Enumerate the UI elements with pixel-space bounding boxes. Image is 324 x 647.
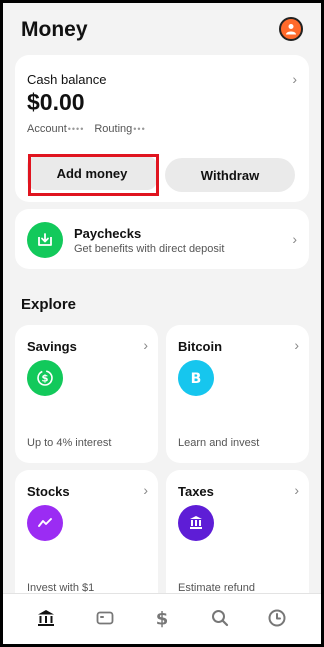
bitcoin-tile[interactable]: Bitcoin › B Learn and invest xyxy=(166,325,309,463)
savings-icon: $ xyxy=(27,360,63,396)
account-info: Account•••• Routing••• xyxy=(27,123,146,135)
bitcoin-icon: B xyxy=(178,360,214,396)
clock-icon xyxy=(268,609,286,627)
stocks-icon xyxy=(27,505,63,541)
explore-heading: Explore xyxy=(21,296,77,313)
savings-title: Savings xyxy=(27,339,77,354)
chevron-right-icon: › xyxy=(143,337,148,353)
paychecks-subtitle: Get benefits with direct deposit xyxy=(74,243,225,255)
dollar-circle-icon: $ xyxy=(37,370,53,386)
svg-text:$: $ xyxy=(42,374,49,385)
cash-balance-value: $0.00 xyxy=(27,89,85,115)
chevron-right-icon[interactable]: › xyxy=(292,71,297,87)
profile-icon[interactable] xyxy=(279,17,303,41)
add-money-button[interactable]: Add money xyxy=(27,156,157,190)
deposit-glyph-icon xyxy=(38,233,52,246)
bank-icon xyxy=(38,610,54,626)
chevron-right-icon: › xyxy=(294,482,299,498)
account-number[interactable]: Account•••• xyxy=(27,123,84,135)
card-icon xyxy=(96,611,114,625)
paychecks-title: Paychecks xyxy=(74,226,142,241)
savings-subtitle: Up to 4% interest xyxy=(27,437,112,449)
dollar-icon: $ xyxy=(156,609,169,629)
taxes-title: Taxes xyxy=(178,484,214,499)
header: Money xyxy=(3,3,321,55)
chevron-right-icon: › xyxy=(292,231,297,247)
cash-balance-label: Cash balance xyxy=(27,72,107,87)
cash-tab-icon[interactable]: $ xyxy=(150,606,174,630)
bitcoin-title: Bitcoin xyxy=(178,339,223,354)
page-title: Money xyxy=(21,18,88,41)
money-screen: Money Cash balance › $0.00 Account•••• R… xyxy=(3,3,321,644)
stocks-tile[interactable]: Stocks › Invest with $1 xyxy=(15,470,158,608)
search-icon xyxy=(212,610,229,627)
account-label: Account xyxy=(27,123,67,135)
bottom-tab-bar: $ xyxy=(3,593,321,644)
trend-line-icon xyxy=(38,518,52,527)
svg-text:$: $ xyxy=(156,609,169,629)
chevron-right-icon: › xyxy=(143,482,148,498)
stocks-title: Stocks xyxy=(27,484,70,499)
card-tab-icon[interactable] xyxy=(93,606,117,630)
svg-text:B: B xyxy=(191,371,202,387)
account-dots: •••• xyxy=(67,124,85,134)
savings-tile[interactable]: Savings › $ Up to 4% interest xyxy=(15,325,158,463)
paychecks-card[interactable]: Paychecks Get benefits with direct depos… xyxy=(15,209,309,269)
money-tab-icon[interactable] xyxy=(34,606,58,630)
bitcoin-glyph-icon: B xyxy=(191,371,202,387)
government-building-icon xyxy=(190,516,202,529)
bitcoin-subtitle: Learn and invest xyxy=(178,437,260,449)
routing-label: Routing xyxy=(94,123,133,135)
search-tab-icon[interactable] xyxy=(208,606,232,630)
cash-balance-card[interactable]: Cash balance › $0.00 Account•••• Routing… xyxy=(15,55,309,202)
withdraw-button[interactable]: Withdraw xyxy=(165,158,295,192)
activity-tab-icon[interactable] xyxy=(265,606,289,630)
taxes-icon xyxy=(178,505,214,541)
routing-dots: ••• xyxy=(133,124,146,134)
chevron-right-icon: › xyxy=(294,337,299,353)
deposit-icon xyxy=(27,222,63,258)
person-icon xyxy=(286,24,296,35)
routing-number[interactable]: Routing••• xyxy=(94,123,145,135)
taxes-tile[interactable]: Taxes › Estimate refund xyxy=(166,470,309,608)
